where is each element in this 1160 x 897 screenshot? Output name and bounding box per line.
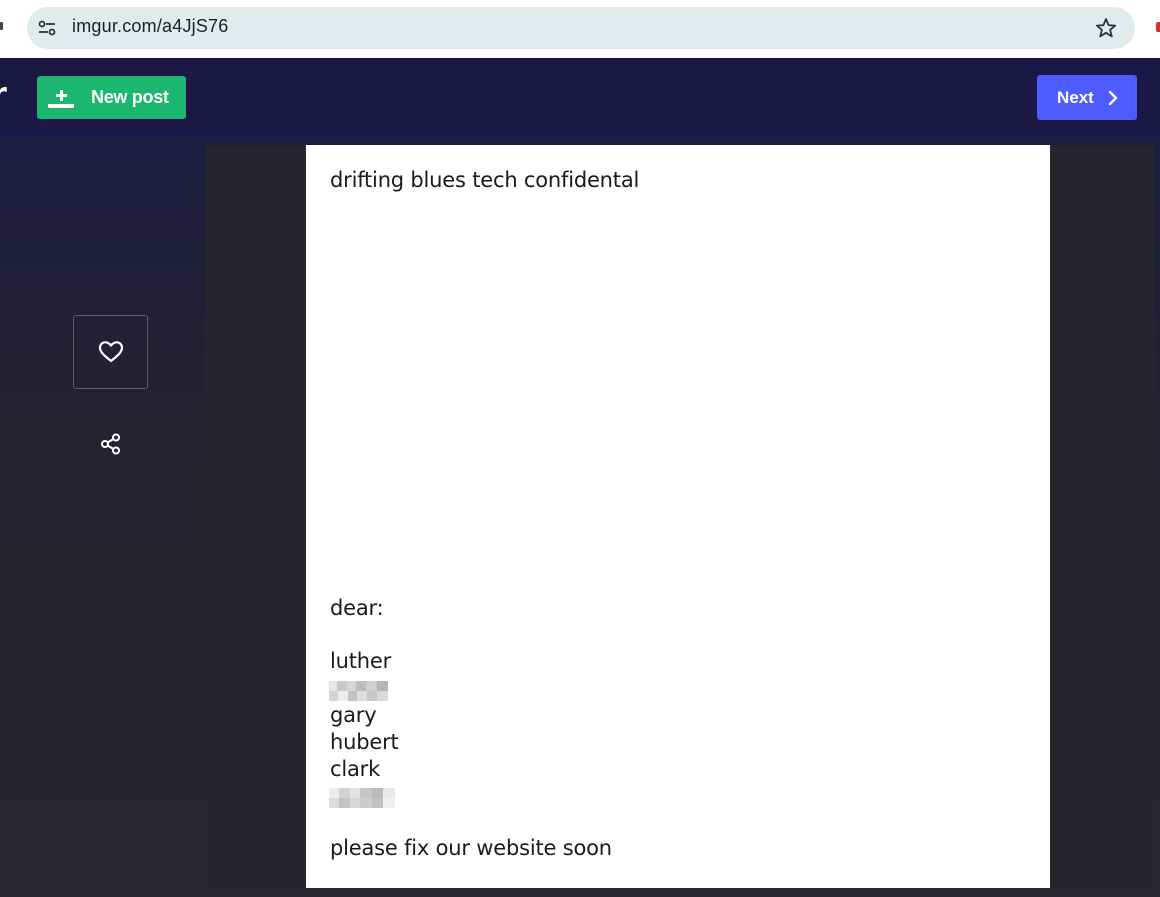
share-icon xyxy=(101,433,120,455)
chevron-right-icon xyxy=(1108,90,1118,106)
doc-title-line: drifting blues tech confidental xyxy=(330,168,640,192)
plus-icon xyxy=(48,86,74,108)
favorite-button[interactable] xyxy=(73,315,148,389)
bookmark-star-icon[interactable] xyxy=(1094,16,1118,40)
new-post-label: New post xyxy=(91,87,169,107)
share-button[interactable] xyxy=(98,431,124,457)
heart-icon xyxy=(98,341,124,363)
new-post-button[interactable]: New post xyxy=(37,76,186,119)
doc-name-hubert: hubert xyxy=(330,730,399,754)
browser-edge-right xyxy=(1156,22,1160,32)
logo-fragment-text: r xyxy=(0,78,7,112)
imgur-logo[interactable]: r xyxy=(0,78,11,112)
url-text[interactable]: imgur.com/a4JjS76 xyxy=(72,16,228,37)
post-image[interactable] xyxy=(306,145,1050,888)
next-button[interactable]: Next xyxy=(1037,75,1137,120)
next-label: Next xyxy=(1057,88,1094,107)
site-info-icon[interactable] xyxy=(36,18,58,38)
doc-name-gary: gary xyxy=(330,703,377,727)
redacted-name-pixelated xyxy=(329,788,395,808)
redacted-name-pixelated xyxy=(329,681,388,701)
doc-greeting: dear: xyxy=(330,596,384,620)
doc-name-clark: clark xyxy=(330,757,381,781)
browser-toolbar: imgur.com/a4JjS76 xyxy=(0,0,1160,58)
browser-edge-left xyxy=(0,22,3,30)
doc-closing: please fix our website soon xyxy=(330,836,612,860)
doc-name-luther: luther xyxy=(330,649,392,673)
